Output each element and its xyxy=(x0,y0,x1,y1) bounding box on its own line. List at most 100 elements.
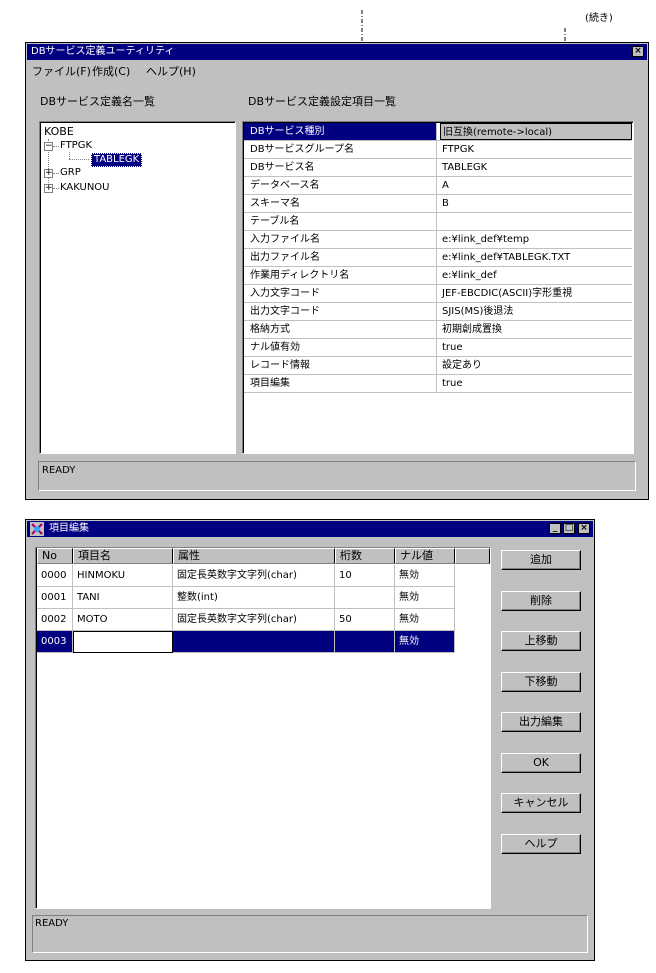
cell-digits[interactable] xyxy=(335,587,395,609)
menu-file[interactable]: ファイル(F) xyxy=(32,66,91,77)
menu-create[interactable]: 作成(C) xyxy=(92,66,130,77)
tree-node-ftpgk[interactable]: FTPGK xyxy=(60,141,92,151)
setting-row[interactable]: ナル値有効 true xyxy=(244,339,632,357)
cell-null[interactable]: 無効 xyxy=(395,587,455,609)
settings-grid[interactable]: DBサービス種別 旧互換(remote->local) DBサービスグループ名 … xyxy=(242,121,634,454)
setting-row[interactable]: DBサービス種別 旧互換(remote->local) xyxy=(244,123,632,141)
add-button[interactable]: 追加 xyxy=(501,550,581,570)
setting-value[interactable]: true xyxy=(440,339,634,356)
setting-row[interactable]: 出力ファイル名 e:¥link_def¥TABLEGK.TXT xyxy=(244,249,632,267)
setting-key: 作業用ディレクトリ名 xyxy=(244,267,437,284)
setting-row[interactable]: 出力文字コード SJIS(MS)後退法 xyxy=(244,303,632,321)
app-icon xyxy=(30,522,44,536)
setting-row[interactable]: 格納方式 初期創成置換 xyxy=(244,321,632,339)
cell-name[interactable]: MOTO xyxy=(73,609,173,631)
expand-icon[interactable]: + xyxy=(44,184,53,193)
delete-button[interactable]: 削除 xyxy=(501,591,581,611)
move-down-button[interactable]: 下移動 xyxy=(501,672,581,692)
cell-attr[interactable]: 固定長英数字文字列(char) xyxy=(173,565,335,587)
help-button[interactable]: ヘルプ xyxy=(501,834,581,854)
cell-attr[interactable] xyxy=(173,631,335,653)
column-header-attr[interactable]: 属性 xyxy=(173,548,335,564)
column-header-blank xyxy=(455,548,490,564)
setting-row[interactable]: DBサービス名 TABLEGK xyxy=(244,159,632,177)
cell-no[interactable]: 0001 xyxy=(37,587,73,609)
setting-value[interactable]: e:¥link_def¥TABLEGK.TXT xyxy=(440,249,634,266)
expand-icon[interactable]: + xyxy=(44,169,53,178)
column-header-no[interactable]: No xyxy=(37,548,73,564)
cell-digits[interactable]: 50 xyxy=(335,609,395,631)
status-text: READY xyxy=(35,918,69,929)
setting-value[interactable]: true xyxy=(440,375,634,392)
setting-key: テーブル名 xyxy=(244,213,437,230)
setting-value[interactable]: TABLEGK xyxy=(440,159,634,176)
service-tree[interactable]: KOBE − FTPGK TABLEGK + GRP + KAKUNOU xyxy=(39,121,236,454)
setting-key: データベース名 xyxy=(244,177,437,194)
cell-digits[interactable]: 10 xyxy=(335,565,395,587)
column-header-name[interactable]: 項目名 xyxy=(73,548,173,564)
collapse-icon[interactable]: − xyxy=(44,142,53,151)
cell-no[interactable]: 0002 xyxy=(37,609,73,631)
column-header-digits[interactable]: 桁数 xyxy=(335,548,395,564)
setting-row[interactable]: スキーマ名 B xyxy=(244,195,632,213)
setting-value[interactable] xyxy=(440,213,634,230)
cell-no[interactable]: 0003 xyxy=(37,631,73,653)
setting-value[interactable]: 初期創成置換 xyxy=(440,321,634,338)
menu-help[interactable]: ヘルプ(H) xyxy=(146,66,196,77)
setting-value[interactable]: SJIS(MS)後退法 xyxy=(440,303,634,320)
setting-key: 入力ファイル名 xyxy=(244,231,437,248)
setting-value[interactable]: e:¥link_def xyxy=(440,267,634,284)
main-status-bar: READY xyxy=(38,461,636,491)
setting-key: DBサービス種別 xyxy=(244,123,437,140)
minimize-icon[interactable]: _ xyxy=(549,523,561,534)
status-text: READY xyxy=(42,465,76,476)
cell-null[interactable]: 無効 xyxy=(395,609,455,631)
cell-null[interactable]: 無効 xyxy=(395,565,455,587)
main-window: DBサービス定義ユーティリティ × ファイル(F) 作成(C) ヘルプ(H) D… xyxy=(25,42,649,500)
item-table[interactable]: No 項目名 属性 桁数 ナル値 0000 HINMOKU 固定長英数字文字列(… xyxy=(35,547,491,909)
cell-no[interactable]: 0000 xyxy=(37,565,73,587)
cell-name-editor[interactable] xyxy=(73,631,173,653)
tree-root-kobe[interactable]: KOBE xyxy=(44,126,74,137)
tree-node-tablegk[interactable]: TABLEGK xyxy=(91,153,143,167)
setting-key: 出力文字コード xyxy=(244,303,437,320)
setting-key: 入力文字コード xyxy=(244,285,437,302)
setting-value[interactable]: e:¥link_def¥temp xyxy=(440,231,634,248)
setting-row[interactable]: 入力ファイル名 e:¥link_def¥temp xyxy=(244,231,632,249)
setting-value[interactable]: 設定あり xyxy=(440,357,634,374)
cell-attr[interactable]: 整数(int) xyxy=(173,587,335,609)
column-header-null[interactable]: ナル値 xyxy=(395,548,455,564)
setting-row[interactable]: 入力文字コード JEF-EBCDIC(ASCII)字形重視 xyxy=(244,285,632,303)
setting-row[interactable]: DBサービスグループ名 FTPGK xyxy=(244,141,632,159)
setting-key: DBサービス名 xyxy=(244,159,437,176)
tree-node-grp[interactable]: GRP xyxy=(60,168,81,178)
edit-window-title: 項目編集 xyxy=(49,523,89,534)
setting-row[interactable]: レコード情報 設定あり xyxy=(244,357,632,375)
cell-name[interactable]: TANI xyxy=(73,587,173,609)
setting-value[interactable]: FTPGK xyxy=(440,141,634,158)
close-icon[interactable]: × xyxy=(632,46,644,57)
setting-row[interactable]: 項目編集 true xyxy=(244,375,632,393)
setting-value[interactable]: A xyxy=(440,177,634,194)
cell-attr[interactable]: 固定長英数字文字列(char) xyxy=(173,609,335,631)
cell-name[interactable]: HINMOKU xyxy=(73,565,173,587)
maximize-icon[interactable]: □ xyxy=(563,523,575,534)
tree-node-kakunou[interactable]: KAKUNOU xyxy=(60,183,110,193)
setting-row[interactable]: テーブル名 xyxy=(244,213,632,231)
setting-value[interactable]: JEF-EBCDIC(ASCII)字形重視 xyxy=(440,285,634,302)
cancel-button[interactable]: キャンセル xyxy=(501,793,581,813)
service-list-header: DBサービス定義名一覧 xyxy=(40,95,156,108)
setting-row[interactable]: 作業用ディレクトリ名 e:¥link_def xyxy=(244,267,632,285)
setting-value[interactable]: 旧互換(remote->local) xyxy=(440,123,632,140)
ok-button[interactable]: OK xyxy=(501,753,581,773)
edit-titlebar: 項目編集 _ □ × xyxy=(27,521,593,537)
output-edit-button[interactable]: 出力編集 xyxy=(501,712,581,732)
cell-null[interactable]: 無効 xyxy=(395,631,455,653)
setting-value[interactable]: B xyxy=(440,195,634,212)
setting-key: 格納方式 xyxy=(244,321,437,338)
close-icon[interactable]: × xyxy=(578,523,590,534)
cell-digits[interactable] xyxy=(335,631,395,653)
setting-key: ナル値有効 xyxy=(244,339,437,356)
move-up-button[interactable]: 上移動 xyxy=(501,631,581,651)
setting-row[interactable]: データベース名 A xyxy=(244,177,632,195)
